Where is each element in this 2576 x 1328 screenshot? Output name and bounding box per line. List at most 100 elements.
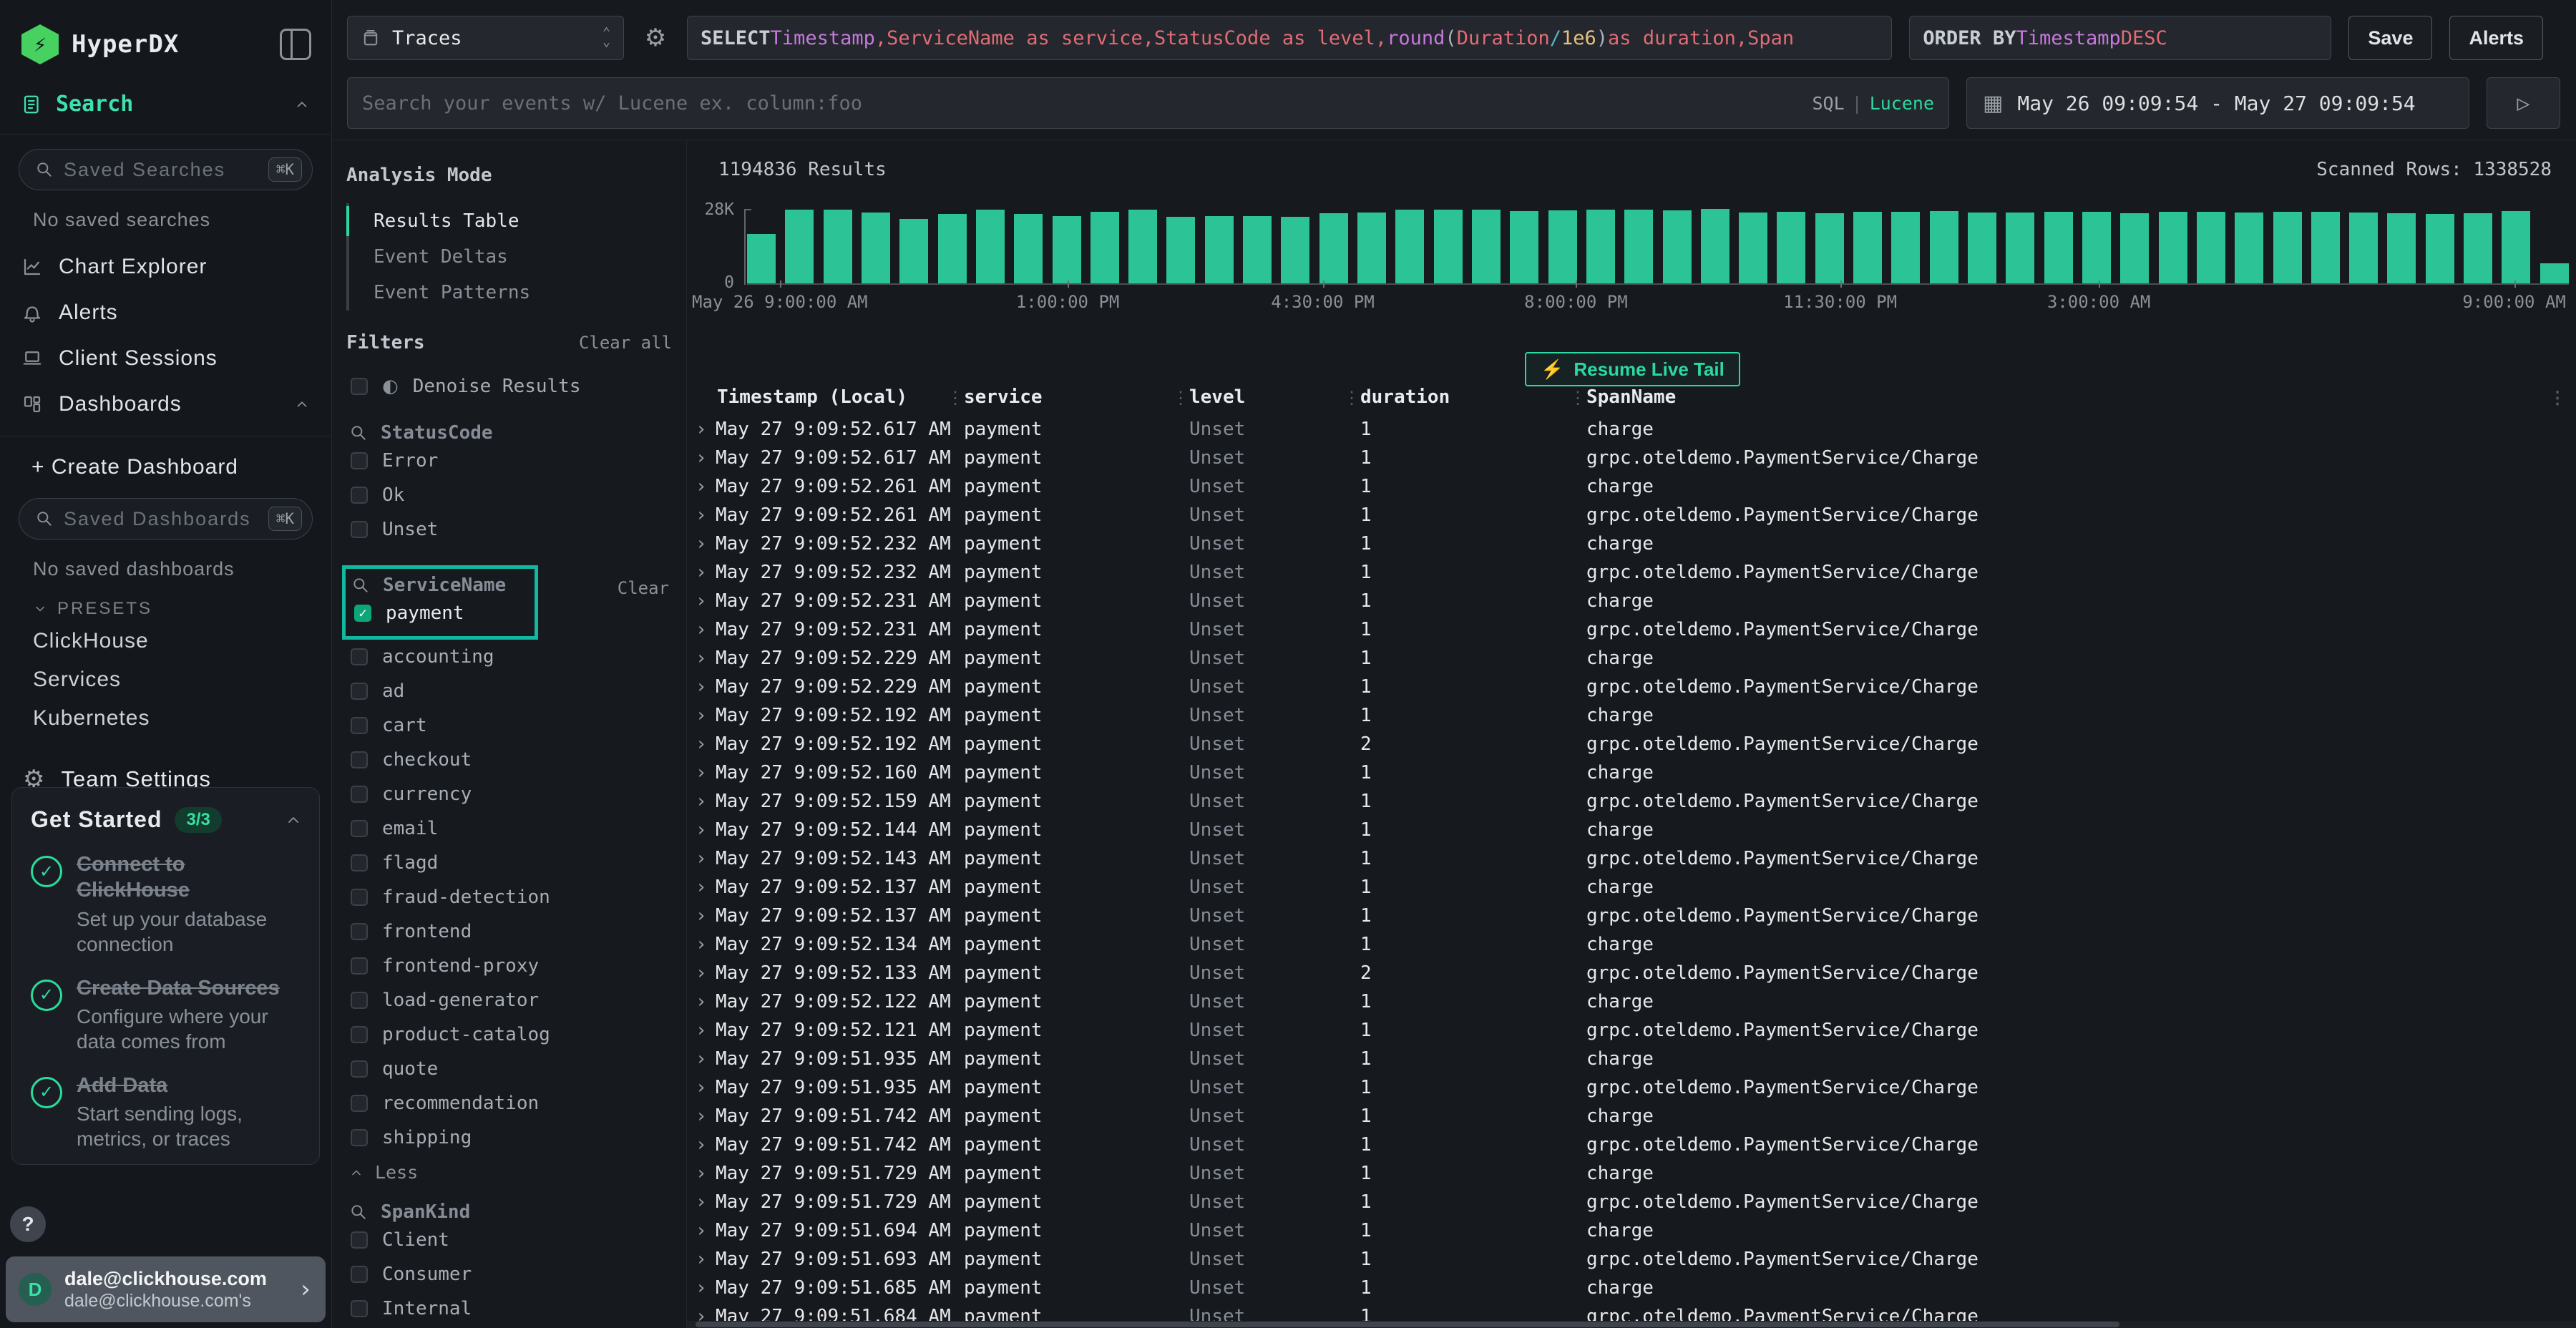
select-expression-input[interactable]: SELECT Timestamp, ServiceName as service… xyxy=(687,16,1892,60)
table-row[interactable]: ›May 27 9:09:52.229 AMpaymentUnset1charg… xyxy=(687,644,2576,673)
expand-row-icon[interactable]: › xyxy=(696,905,716,927)
filter-option-ok[interactable]: Ok xyxy=(343,478,672,512)
expand-row-icon[interactable]: › xyxy=(696,848,716,869)
expand-row-icon[interactable]: › xyxy=(696,476,716,497)
filter-option-internal[interactable]: Internal xyxy=(343,1292,672,1326)
table-row[interactable]: ›May 27 9:09:52.231 AMpaymentUnset1grpc.… xyxy=(687,615,2576,644)
expand-row-icon[interactable]: › xyxy=(696,733,716,755)
table-row[interactable]: ›May 27 9:09:52.229 AMpaymentUnset1grpc.… xyxy=(687,673,2576,701)
expand-row-icon[interactable]: › xyxy=(696,762,716,783)
table-row[interactable]: ›May 27 9:09:51.693 AMpaymentUnset1grpc.… xyxy=(687,1245,2576,1274)
filter-option-error[interactable]: Error xyxy=(343,444,672,478)
source-select[interactable]: Traces ⌃⌄ xyxy=(347,16,624,60)
sidebar-item-alerts[interactable]: Alerts xyxy=(0,290,331,336)
checkbox[interactable] xyxy=(351,751,368,768)
get-started-item[interactable]: ✓Connect to ClickHouseSet up your databa… xyxy=(31,851,302,957)
checkbox[interactable] xyxy=(351,889,368,906)
event-search-input[interactable] xyxy=(362,92,1797,114)
table-row[interactable]: ›May 27 9:09:51.742 AMpaymentUnset1charg… xyxy=(687,1102,2576,1131)
filter-option-ad[interactable]: ad xyxy=(343,674,672,708)
expand-row-icon[interactable]: › xyxy=(696,1191,716,1213)
filter-option-cart[interactable]: cart xyxy=(343,708,672,743)
create-dashboard-button[interactable]: + Create Dashboard xyxy=(0,445,331,484)
checkbox[interactable] xyxy=(351,683,368,700)
get-started-item[interactable]: ✓Add DataStart sending logs, metrics, or… xyxy=(31,1073,302,1151)
table-row[interactable]: ›May 27 9:09:52.134 AMpaymentUnset1charg… xyxy=(687,930,2576,959)
expand-row-icon[interactable]: › xyxy=(696,1220,716,1241)
sql-toggle[interactable]: SQL xyxy=(1812,93,1844,114)
event-search-bar[interactable]: SQL|Lucene xyxy=(347,77,1949,129)
filter-option-frontend-proxy[interactable]: frontend-proxy xyxy=(343,949,672,983)
expand-row-icon[interactable]: › xyxy=(696,533,716,555)
preset-kubernetes[interactable]: Kubernetes xyxy=(0,699,331,738)
table-row[interactable]: ›May 27 9:09:52.617 AMpaymentUnset1grpc.… xyxy=(687,444,2576,472)
column-header-duration[interactable]: ⋮duration xyxy=(1360,386,1586,412)
filter-option-checkout[interactable]: checkout xyxy=(343,743,672,777)
column-resize-handle-icon[interactable]: ⋮ xyxy=(947,388,964,408)
denoise-results-checkbox-row[interactable]: ◐ Denoise Results xyxy=(343,369,672,404)
expand-row-icon[interactable]: › xyxy=(696,991,716,1012)
run-query-button[interactable]: ▷ xyxy=(2487,77,2560,129)
clear-all-button[interactable]: Clear all xyxy=(579,333,672,353)
expand-row-icon[interactable]: › xyxy=(696,1077,716,1098)
filter-option-shipping[interactable]: shipping xyxy=(343,1120,672,1155)
checkbox[interactable] xyxy=(351,1129,368,1146)
checkbox[interactable] xyxy=(351,717,368,734)
preset-services[interactable]: Services xyxy=(0,660,331,699)
filter-option-flagd[interactable]: flagd xyxy=(343,846,672,880)
get-started-item[interactable]: ✓Create Data SourcesConfigure where your… xyxy=(31,975,302,1054)
table-row[interactable]: ›May 27 9:09:52.192 AMpaymentUnset2grpc.… xyxy=(687,730,2576,758)
table-row[interactable]: ›May 27 9:09:52.232 AMpaymentUnset1charg… xyxy=(687,529,2576,558)
checkbox[interactable] xyxy=(354,605,371,622)
user-profile-bar[interactable]: D dale@clickhouse.com dale@clickhouse.co… xyxy=(6,1256,326,1322)
filter-option-currency[interactable]: currency xyxy=(343,777,672,811)
checkbox[interactable] xyxy=(351,452,368,469)
checkbox[interactable] xyxy=(351,1300,368,1317)
checkbox[interactable] xyxy=(351,378,368,395)
checkbox[interactable] xyxy=(351,1266,368,1283)
table-row[interactable]: ›May 27 9:09:52.122 AMpaymentUnset1charg… xyxy=(687,987,2576,1016)
presets-toggle[interactable]: PRESETS xyxy=(0,586,331,622)
filter-option-client[interactable]: Client xyxy=(343,1223,672,1257)
expand-row-icon[interactable]: › xyxy=(696,1134,716,1156)
table-row[interactable]: ›May 27 9:09:51.729 AMpaymentUnset1grpc.… xyxy=(687,1188,2576,1216)
expand-row-icon[interactable]: › xyxy=(696,791,716,812)
checkbox[interactable] xyxy=(351,1060,368,1078)
table-options-icon[interactable]: ⋮ xyxy=(2549,388,2566,408)
help-button[interactable]: ? xyxy=(10,1206,46,1242)
saved-searches-input[interactable]: Saved Searches ⌘K xyxy=(19,149,313,190)
expand-row-icon[interactable]: › xyxy=(696,648,716,669)
expand-row-icon[interactable]: › xyxy=(696,419,716,440)
expand-row-icon[interactable]: › xyxy=(696,819,716,841)
expand-row-icon[interactable]: › xyxy=(696,877,716,898)
table-row[interactable]: ›May 27 9:09:51.694 AMpaymentUnset1charg… xyxy=(687,1216,2576,1245)
checkbox[interactable] xyxy=(351,854,368,872)
results-histogram[interactable]: 28K 0 xyxy=(687,209,2569,285)
column-header-timestamp-local-[interactable]: Timestamp (Local) xyxy=(717,386,964,412)
preset-clickhouse[interactable]: ClickHouse xyxy=(0,622,331,660)
table-row[interactable]: ›May 27 9:09:52.160 AMpaymentUnset1charg… xyxy=(687,758,2576,787)
checkbox[interactable] xyxy=(351,820,368,837)
analysis-mode-event-deltas[interactable]: Event Deltas xyxy=(349,239,672,275)
table-row[interactable]: ›May 27 9:09:51.729 AMpaymentUnset1charg… xyxy=(687,1159,2576,1188)
table-row[interactable]: ›May 27 9:09:52.232 AMpaymentUnset1grpc.… xyxy=(687,558,2576,587)
filter-option-consumer[interactable]: Consumer xyxy=(343,1257,672,1292)
table-row[interactable]: ›May 27 9:09:52.617 AMpaymentUnset1charg… xyxy=(687,415,2576,444)
expand-row-icon[interactable]: › xyxy=(696,962,716,984)
table-row[interactable]: ›May 27 9:09:52.121 AMpaymentUnset1grpc.… xyxy=(687,1016,2576,1045)
checkbox[interactable] xyxy=(351,786,368,803)
filter-option-frontend[interactable]: frontend xyxy=(343,914,672,949)
filter-option-quote[interactable]: quote xyxy=(343,1052,672,1086)
lucene-toggle[interactable]: Lucene xyxy=(1870,93,1934,114)
checkbox[interactable] xyxy=(351,521,368,538)
analysis-mode-results-table[interactable]: Results Table xyxy=(349,203,672,239)
show-less-button[interactable]: Less xyxy=(343,1155,672,1183)
table-row[interactable]: ›May 27 9:09:51.935 AMpaymentUnset1grpc.… xyxy=(687,1073,2576,1102)
clear-group-button[interactable]: Clear xyxy=(618,578,669,598)
table-row[interactable]: ›May 27 9:09:52.261 AMpaymentUnset1charg… xyxy=(687,472,2576,501)
collapse-sidebar-icon[interactable] xyxy=(280,29,311,60)
expand-row-icon[interactable]: › xyxy=(696,619,716,640)
expand-row-icon[interactable]: › xyxy=(696,504,716,526)
table-row[interactable]: ›May 27 9:09:52.133 AMpaymentUnset2grpc.… xyxy=(687,959,2576,987)
table-row[interactable]: ›May 27 9:09:52.159 AMpaymentUnset1grpc.… xyxy=(687,787,2576,816)
